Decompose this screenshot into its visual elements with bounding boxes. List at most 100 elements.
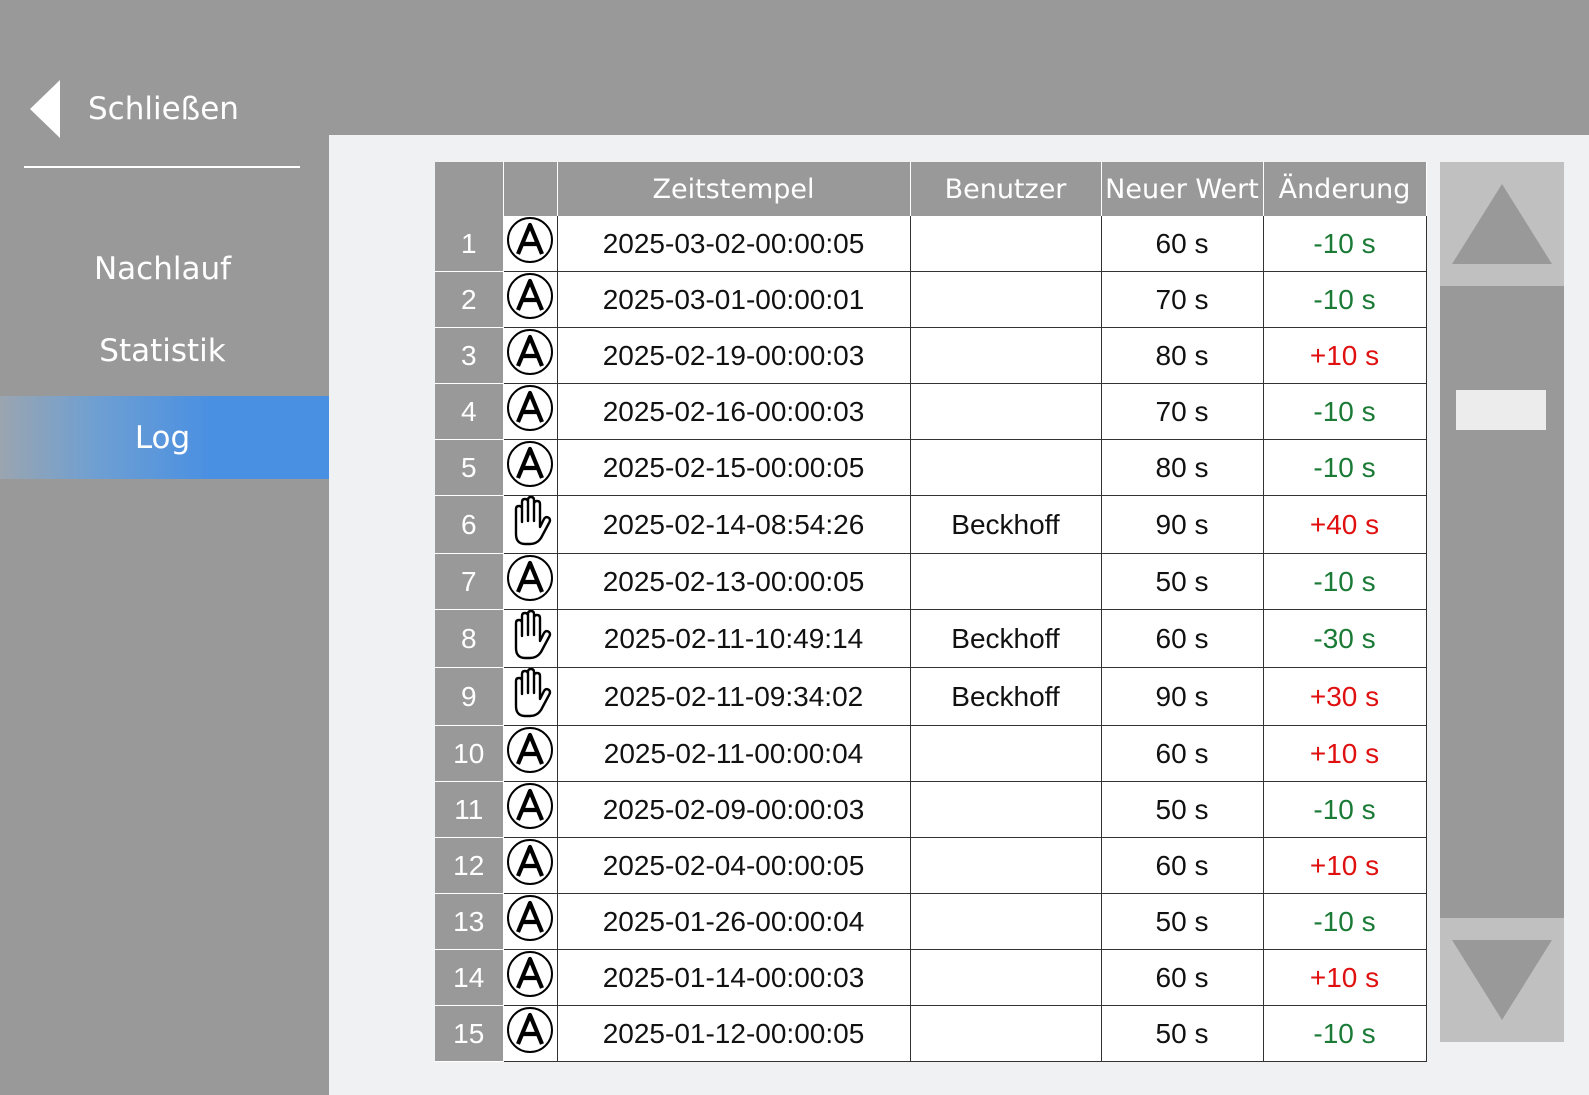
row-number: 13 <box>435 893 504 950</box>
row-user <box>910 1005 1102 1062</box>
row-change: -30 s <box>1263 609 1427 668</box>
back-arrow-icon <box>30 80 60 138</box>
triangle-down-icon <box>1452 940 1552 1020</box>
table-row: 7 2025-02-13-00:00:05 50 s -10 s <box>435 553 1427 610</box>
row-new-value: 50 s <box>1101 781 1264 838</box>
close-button[interactable]: Schließen <box>30 80 310 138</box>
row-timestamp: 2025-01-14-00:00:03 <box>557 949 911 1006</box>
row-user <box>910 725 1102 782</box>
row-user <box>910 553 1102 610</box>
scroll-thumb[interactable] <box>1456 390 1546 430</box>
auto-icon <box>502 216 558 272</box>
row-change: -10 s <box>1263 893 1427 950</box>
row-number: 10 <box>435 725 504 782</box>
table-row: 14 2025-01-14-00:00:03 60 s +10 s <box>435 949 1427 1006</box>
auto-icon <box>502 781 558 838</box>
row-timestamp: 2025-01-26-00:00:04 <box>557 893 911 950</box>
sidebar-divider <box>24 166 300 168</box>
row-timestamp: 2025-02-19-00:00:03 <box>557 327 911 384</box>
nav-item-statistik[interactable]: Statistik <box>0 316 325 386</box>
row-timestamp: 2025-02-04-00:00:05 <box>557 837 911 894</box>
nav-item-log[interactable]: Log <box>0 396 325 479</box>
header-nr <box>435 162 504 216</box>
log-table: Zeitstempel Benutzer Neuer Wert Änderung… <box>435 162 1427 1062</box>
row-number: 5 <box>435 439 504 496</box>
row-number: 1 <box>435 216 504 272</box>
row-timestamp: 2025-02-09-00:00:03 <box>557 781 911 838</box>
auto-icon <box>502 327 558 384</box>
scrollbar[interactable] <box>1440 162 1564 1042</box>
row-change: -10 s <box>1263 781 1427 838</box>
row-timestamp: 2025-03-02-00:00:05 <box>557 216 911 272</box>
row-timestamp: 2025-02-16-00:00:03 <box>557 383 911 440</box>
row-number: 9 <box>435 667 504 726</box>
auto-icon <box>502 383 558 440</box>
row-timestamp: 2025-02-15-00:00:05 <box>557 439 911 496</box>
table-row: 1 2025-03-02-00:00:05 60 s -10 s <box>435 216 1427 272</box>
row-timestamp: 2025-02-13-00:00:05 <box>557 553 911 610</box>
row-timestamp: 2025-02-14-08:54:26 <box>557 495 911 554</box>
row-change: -10 s <box>1263 1005 1427 1062</box>
auto-icon <box>502 1005 558 1062</box>
row-new-value: 60 s <box>1101 837 1264 894</box>
row-new-value: 70 s <box>1101 383 1264 440</box>
row-change: +30 s <box>1263 667 1427 726</box>
row-new-value: 50 s <box>1101 893 1264 950</box>
row-timestamp: 2025-02-11-09:34:02 <box>557 667 911 726</box>
row-user: Beckhoff <box>910 609 1102 668</box>
manual-icon <box>502 667 558 726</box>
row-change: -10 s <box>1263 439 1427 496</box>
manual-icon <box>502 609 558 668</box>
row-new-value: 80 s <box>1101 439 1264 496</box>
table-row: 6 2025-02-14-08:54:26 Beckhoff 90 s +40 s <box>435 495 1427 554</box>
row-new-value: 60 s <box>1101 949 1264 1006</box>
row-number: 14 <box>435 949 504 1006</box>
row-change: +10 s <box>1263 837 1427 894</box>
table-row: 13 2025-01-26-00:00:04 50 s -10 s <box>435 893 1427 950</box>
row-user <box>910 439 1102 496</box>
auto-icon <box>502 271 558 328</box>
row-user <box>910 216 1102 272</box>
row-number: 7 <box>435 553 504 610</box>
row-number: 3 <box>435 327 504 384</box>
row-new-value: 60 s <box>1101 609 1264 668</box>
table-header-row: Zeitstempel Benutzer Neuer Wert Änderung <box>435 162 1427 216</box>
row-number: 11 <box>435 781 504 838</box>
row-change: -10 s <box>1263 383 1427 440</box>
auto-icon <box>502 553 558 610</box>
header-mode <box>503 162 558 216</box>
row-new-value: 90 s <box>1101 667 1264 726</box>
row-user <box>910 781 1102 838</box>
row-timestamp: 2025-01-12-00:00:05 <box>557 1005 911 1062</box>
auto-icon <box>502 725 558 782</box>
auto-icon <box>502 893 558 950</box>
row-user <box>910 327 1102 384</box>
triangle-up-icon <box>1452 184 1552 264</box>
row-number: 4 <box>435 383 504 440</box>
table-row: 15 2025-01-12-00:00:05 50 s -10 s <box>435 1005 1427 1062</box>
table-row: 5 2025-02-15-00:00:05 80 s -10 s <box>435 439 1427 496</box>
nav-item-nachlauf[interactable]: Nachlauf <box>0 234 325 304</box>
row-number: 6 <box>435 495 504 554</box>
header-user: Benutzer <box>910 162 1102 216</box>
manual-icon <box>502 495 558 554</box>
table-row: 8 2025-02-11-10:49:14 Beckhoff 60 s -30 s <box>435 609 1427 668</box>
row-change: -10 s <box>1263 216 1427 272</box>
auto-icon <box>502 837 558 894</box>
auto-icon <box>502 439 558 496</box>
row-change: -10 s <box>1263 271 1427 328</box>
row-number: 2 <box>435 271 504 328</box>
scroll-down-button[interactable] <box>1440 918 1564 1042</box>
row-timestamp: 2025-03-01-00:00:01 <box>557 271 911 328</box>
auto-icon <box>502 949 558 1006</box>
row-user <box>910 383 1102 440</box>
row-user <box>910 837 1102 894</box>
row-new-value: 80 s <box>1101 327 1264 384</box>
scroll-up-button[interactable] <box>1440 162 1564 286</box>
row-new-value: 70 s <box>1101 271 1264 328</box>
row-timestamp: 2025-02-11-10:49:14 <box>557 609 911 668</box>
row-user: Beckhoff <box>910 495 1102 554</box>
table-row: 2 2025-03-01-00:00:01 70 s -10 s <box>435 271 1427 328</box>
row-user <box>910 271 1102 328</box>
header-new-value: Neuer Wert <box>1101 162 1264 216</box>
